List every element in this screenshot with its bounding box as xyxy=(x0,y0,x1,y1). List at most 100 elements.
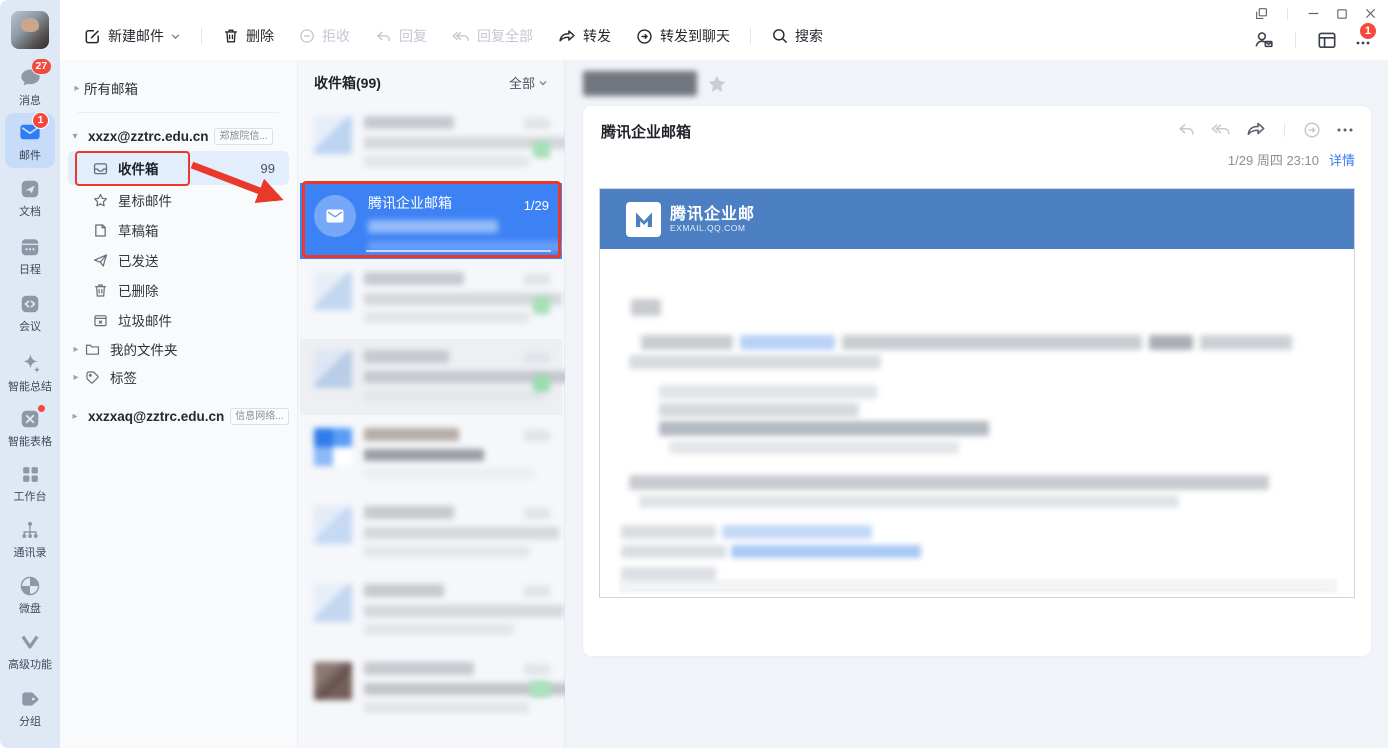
sidebar-item-label: 智能表格 xyxy=(0,436,60,448)
details-link[interactable]: 详情 xyxy=(1329,150,1355,169)
folder-sent[interactable]: 已发送 xyxy=(68,245,289,275)
redacted-text xyxy=(639,495,1179,508)
maximize-icon[interactable] xyxy=(1335,7,1349,21)
mail-list-item[interactable] xyxy=(300,417,562,493)
sidebar-item-smart-summary[interactable]: 智能总结 xyxy=(0,352,60,393)
sidebar-item-label: 智能总结 xyxy=(0,381,60,393)
list-filter-dropdown[interactable]: 全部 xyxy=(509,73,548,92)
mail-list-item[interactable] xyxy=(300,105,562,181)
all-mailboxes-item[interactable]: ▸ 所有邮箱 xyxy=(60,74,297,102)
folder-my-folders[interactable]: ▸ 我的文件夹 xyxy=(60,335,297,363)
account-row-1[interactable]: ▾ xxzx@zztrc.edu.cn 郑旅院信... xyxy=(60,121,297,151)
tag-icon xyxy=(19,688,41,710)
sender-avatar xyxy=(314,272,352,310)
search-button[interactable]: 搜索 xyxy=(763,22,831,50)
redacted-preview xyxy=(364,546,529,557)
grid-icon xyxy=(20,464,41,485)
selected-sender: 腾讯企业邮箱 xyxy=(368,195,550,211)
forward-icon[interactable] xyxy=(1245,119,1267,140)
mail-list-item[interactable] xyxy=(300,573,562,649)
mail-list-item[interactable] xyxy=(300,339,562,415)
redacted-date xyxy=(524,664,550,675)
chat-forward-icon xyxy=(635,27,654,46)
popout-icon[interactable] xyxy=(1254,6,1269,21)
sidebar-item-label: 工作台 xyxy=(0,491,60,503)
banner-title: 腾讯企业邮 xyxy=(670,206,755,223)
folder-drafts[interactable]: 草稿箱 xyxy=(68,215,289,245)
folder-spam[interactable]: 垃圾邮件 xyxy=(68,305,289,335)
mail-list-item[interactable] xyxy=(300,261,562,337)
forward-to-chat-label: 转发到聊天 xyxy=(660,26,730,46)
layout-panel-icon[interactable] xyxy=(1316,29,1338,51)
sidebar-item-docs[interactable]: 文档 xyxy=(0,178,60,218)
reply-button[interactable]: 回复 xyxy=(366,22,435,50)
sidebar-item-advanced[interactable]: 高级功能 xyxy=(0,631,60,671)
folder-deleted[interactable]: 已删除 xyxy=(68,275,289,305)
sidebar-item-mail[interactable]: 1 邮件 xyxy=(5,113,55,168)
mail-list-item[interactable] xyxy=(300,651,562,727)
sidebar-item-label: 消息 xyxy=(0,95,60,107)
sidebar-item-smart-table[interactable]: 智能表格 xyxy=(0,408,60,448)
sidebar-item-wedisk[interactable]: 微盘 xyxy=(0,575,60,615)
delete-button[interactable]: 删除 xyxy=(214,22,282,50)
redacted-sender xyxy=(364,428,459,441)
redacted-text xyxy=(641,335,733,350)
mail-content-frame: 腾讯企业邮 EXMAIL.QQ.COM xyxy=(599,188,1355,598)
redacted-sender xyxy=(364,350,449,363)
redacted-text xyxy=(621,545,726,558)
toolbar-divider xyxy=(201,28,202,44)
contact-card-icon[interactable] xyxy=(1252,28,1275,51)
redacted-link xyxy=(722,525,872,539)
user-avatar[interactable] xyxy=(11,11,49,49)
reply-icon[interactable] xyxy=(1176,119,1197,140)
star-icon[interactable] xyxy=(706,73,728,95)
collapse-triangle-icon: ▸ xyxy=(68,372,84,383)
new-mail-button[interactable]: 新建邮件 xyxy=(75,22,189,50)
folder-starred[interactable]: 星标邮件 xyxy=(68,185,289,215)
forward-button[interactable]: 转发 xyxy=(549,22,619,50)
all-mailboxes-label: 所有邮箱 xyxy=(84,78,138,98)
redacted-sender xyxy=(364,116,454,129)
forward-icon xyxy=(557,27,577,46)
account-row-2[interactable]: ▸ xxzxaq@zztrc.edu.cn 信息网络... xyxy=(60,401,297,431)
reply-all-button[interactable]: 回复全部 xyxy=(443,22,541,50)
mail-list-item-selected[interactable]: 腾讯企业邮箱 1/29 xyxy=(300,183,562,259)
redacted-strip xyxy=(619,579,1337,593)
toolbar-divider xyxy=(750,28,751,44)
mail-badge: 1 xyxy=(32,112,49,129)
toolbar-divider xyxy=(1295,32,1296,48)
sidebar-item-groups[interactable]: 分组 xyxy=(0,688,60,728)
sidebar-item-contacts[interactable]: 通讯录 xyxy=(0,519,60,559)
sidebar-item-label: 日程 xyxy=(0,264,60,276)
search-icon xyxy=(771,27,789,45)
sidebar-item-calendar[interactable]: 日程 xyxy=(0,236,60,276)
folder-labels[interactable]: ▸ 标签 xyxy=(60,363,297,391)
redacted-date xyxy=(524,118,550,129)
collapse-triangle-icon: ▸ xyxy=(68,344,84,355)
redacted-subject xyxy=(364,449,484,461)
minimize-icon[interactable] xyxy=(1306,6,1321,21)
redacted-preview xyxy=(364,390,544,401)
sidebar-item-messages[interactable]: 27 消息 xyxy=(0,66,60,107)
redacted-subject-title xyxy=(583,71,697,96)
redacted-date xyxy=(524,352,550,363)
redacted-link xyxy=(740,335,835,350)
more-dots-icon[interactable] xyxy=(1335,120,1355,140)
exmail-logo-icon xyxy=(626,202,661,237)
folder-inbox[interactable]: 收件箱 99 xyxy=(68,151,289,185)
sidebar-item-meeting[interactable]: 会议 xyxy=(0,293,60,333)
reply-all-icon[interactable] xyxy=(1210,119,1232,140)
redacted-preview xyxy=(364,468,534,479)
draft-icon xyxy=(92,222,109,239)
chevron-down-icon xyxy=(538,78,548,88)
redacted-text xyxy=(659,421,989,436)
mail-list-item[interactable] xyxy=(300,495,562,571)
sidebar-item-workbench[interactable]: 工作台 xyxy=(0,464,60,503)
sidebar-item-label: 邮件 xyxy=(5,150,55,162)
reject-button[interactable]: 拒收 xyxy=(290,22,358,50)
redacted-underline xyxy=(366,250,551,252)
redacted-text xyxy=(1200,335,1292,350)
chat-forward-icon[interactable] xyxy=(1302,120,1322,140)
close-icon[interactable] xyxy=(1363,6,1378,21)
forward-to-chat-button[interactable]: 转发到聊天 xyxy=(627,22,738,50)
